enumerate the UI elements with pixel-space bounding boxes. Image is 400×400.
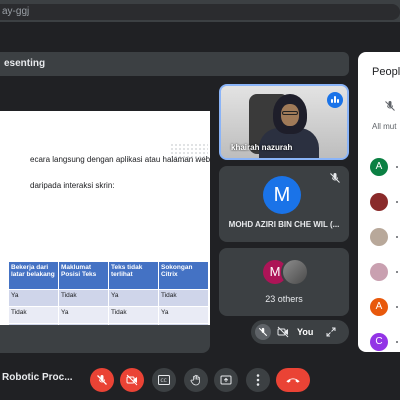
mic-toggle-button[interactable]: [90, 368, 114, 392]
video-person-face: [281, 104, 299, 126]
mic-off-icon: [258, 327, 268, 337]
others-count: 23 others: [265, 294, 303, 304]
participant-name-truncated: [396, 201, 398, 203]
self-mic-button[interactable]: [255, 324, 271, 340]
table-cell: Ya: [158, 306, 209, 324]
table-header-cell: Bekerja dari latar belakang: [8, 261, 59, 290]
svg-text:CC: CC: [161, 378, 167, 384]
table-cell: Ya: [8, 289, 59, 307]
more-vert-icon: [256, 374, 260, 386]
more-options-button[interactable]: [246, 368, 270, 392]
leave-call-button[interactable]: [276, 368, 310, 392]
participant-avatar[interactable]: [370, 263, 388, 281]
people-panel-title: People: [372, 66, 400, 78]
table-row: TidakYaTidakYa: [8, 323, 209, 325]
participant-name-truncated: [396, 236, 398, 238]
others-tile[interactable]: M 23 others: [219, 248, 349, 316]
table-cell: Ya: [158, 323, 209, 325]
participant-avatar[interactable]: [370, 228, 388, 246]
captions-icon: CC: [158, 375, 170, 385]
participant-avatar[interactable]: A: [370, 298, 388, 316]
table-cell: Ya: [108, 289, 159, 307]
shared-slide: ecara langsung dengan aplikasi atau hala…: [0, 111, 210, 325]
participant-avatar[interactable]: C: [370, 333, 388, 351]
participant-name-truncated: [396, 341, 398, 343]
camera-toggle-button[interactable]: [120, 368, 144, 392]
meeting-title: Robotic Proc...: [2, 372, 73, 383]
present-icon: [220, 375, 232, 385]
mute-all-label[interactable]: All mut: [372, 122, 396, 131]
presenting-label: esenting: [4, 58, 46, 69]
captions-button[interactable]: CC: [152, 368, 176, 392]
table-cell: Tidak: [8, 323, 59, 325]
participant-tile-speaker[interactable]: khairah nazurah: [219, 84, 349, 160]
participant-name-truncated: [396, 271, 398, 273]
table-cell: Tidak: [8, 306, 59, 324]
participant-avatar[interactable]: A: [370, 158, 388, 176]
camera-off-icon: [126, 374, 138, 386]
participant-name-truncated: [396, 166, 398, 168]
address-text: ay-ggj: [2, 6, 30, 17]
speaker-name: khairah nazurah: [231, 143, 293, 152]
present-now-button[interactable]: [214, 368, 238, 392]
expand-icon[interactable]: [325, 326, 337, 338]
table-cell: Ya: [58, 323, 109, 325]
camera-off-icon[interactable]: [277, 326, 289, 338]
video-person-glasses: [282, 111, 298, 115]
table-cell: Tidak: [58, 289, 109, 307]
table-header-row: Bekerja dari latar belakang Maklumat Posi…: [8, 261, 209, 290]
people-panel: People All mut AAC: [358, 52, 400, 352]
participant-name-truncated: [396, 306, 398, 308]
hand-icon: [190, 374, 200, 386]
table-cell: Ya: [58, 306, 109, 324]
speaking-indicator-icon: [327, 92, 343, 108]
address-bar[interactable]: ay-ggj: [0, 4, 400, 20]
table-header-cell: Sokongan Citrix: [158, 261, 209, 290]
slide-text-line-1: ecara langsung dengan aplikasi atau hala…: [30, 155, 210, 164]
presentation-stage: ecara langsung dengan aplikasi atau hala…: [0, 85, 210, 353]
slide-text-line-2: daripada interaksi skrin:: [30, 181, 115, 190]
comparison-table: Bekerja dari latar belakang Maklumat Posi…: [8, 261, 209, 325]
phone-hangup-icon: [286, 378, 300, 383]
table-row: Ya Tidak Ya Tidak: [8, 289, 209, 307]
slide-header: [0, 85, 210, 111]
table-row: TidakYaTidakYa: [8, 306, 209, 324]
presenting-banner: esenting: [0, 52, 349, 76]
mic-off-icon: [97, 375, 107, 385]
mic-off-icon[interactable]: [384, 100, 396, 112]
table-cell: Tidak: [108, 306, 159, 324]
participant-name: MOHD AZIRI BIN CHE WIL (...: [228, 220, 340, 229]
avatar-photo: [281, 258, 309, 286]
participant-tile-m[interactable]: M MOHD AZIRI BIN CHE WIL (...: [219, 166, 349, 242]
self-view-bar: You: [251, 320, 349, 344]
table-header-cell: Teks tidak terlihat: [108, 261, 159, 290]
avatar: M: [263, 176, 301, 214]
table-cell: Tidak: [108, 323, 159, 325]
table-header-cell: Maklumat Posisi Teks: [58, 261, 109, 290]
participant-avatar[interactable]: [370, 193, 388, 211]
self-label: You: [297, 327, 314, 337]
meeting-controls: Robotic Proc... CC: [0, 360, 400, 400]
mic-off-icon: [330, 173, 340, 183]
table-cell: Tidak: [158, 289, 209, 307]
raise-hand-button[interactable]: [184, 368, 208, 392]
browser-toolbar: ay-ggj: [0, 0, 400, 22]
